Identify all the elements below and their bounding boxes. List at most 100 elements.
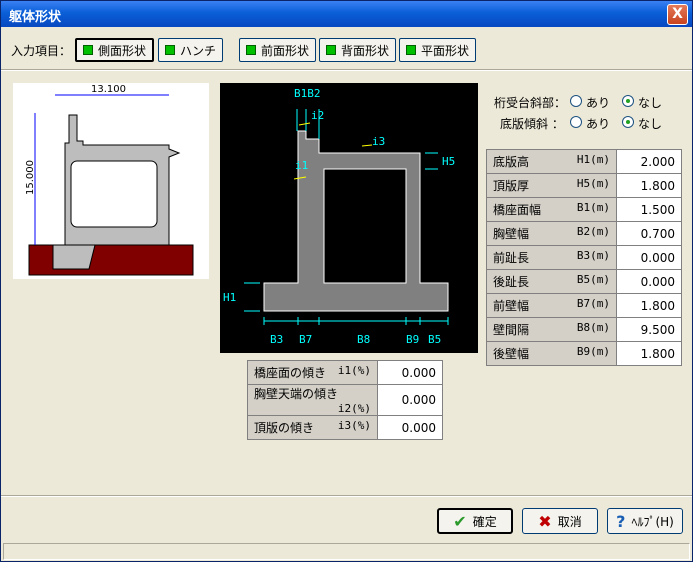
row-name: 橋座面幅 (493, 203, 542, 217)
row-label-cell: 後趾長 B5(m) (486, 269, 617, 294)
table-row: 後趾長 B5(m) 0.000 (486, 269, 682, 294)
value-input[interactable]: 1.800 (616, 173, 682, 198)
row-label-cell: 胸壁天端の傾き i2(%) (247, 384, 378, 416)
radio-base-slope-yes[interactable] (570, 116, 582, 128)
height-dim-label: 15.000 (25, 160, 36, 195)
ok-button[interactable]: ✔ 確定 (437, 508, 513, 534)
option-row-base-slope: 底版傾斜 ： あり なし (486, 114, 682, 132)
radio-bearing-slope-yes[interactable] (570, 95, 582, 107)
label-i2: i2 (311, 109, 324, 122)
value-input[interactable]: 0.000 (377, 360, 443, 385)
help-button[interactable]: ? ﾍﾙﾌﾟ(H) (607, 508, 683, 534)
row-name: 前壁幅 (493, 299, 530, 313)
table-row: 後壁幅 B9(m) 1.800 (486, 341, 682, 366)
row-label-cell: 後壁幅 B9(m) (486, 341, 617, 366)
close-button[interactable]: X (667, 4, 688, 25)
row-unit: B3(m) (576, 249, 610, 262)
value-input[interactable]: 0.000 (377, 415, 443, 440)
dialog-window: 躯体形状 X 入力項目： 側面形状 ハンチ 前面形状 背面形状 平面形状 13.… (0, 0, 693, 562)
culvert-opening (70, 160, 158, 228)
green-square-icon (326, 45, 336, 55)
question-icon: ? (616, 511, 626, 531)
label-i1: i1 (295, 159, 308, 172)
radio-base-slope-no[interactable] (622, 116, 634, 128)
green-square-icon (406, 45, 416, 55)
tab-label: 平面形状 (421, 43, 470, 58)
check-icon: ✔ (453, 511, 467, 531)
width-dim-label: 13.100 (91, 84, 126, 95)
table-row: 橋座面幅 B1(m) 1.500 (486, 197, 682, 222)
value-input[interactable]: 1.500 (616, 197, 682, 222)
tab-side-shape[interactable]: 側面形状 (75, 38, 155, 62)
diagram-drawing: B1B2 i2 i3 H5 i1 H1 B3 B7 B8 B9 B5 (223, 87, 455, 346)
row-name: 頂版厚 (493, 179, 530, 193)
tab-label: 前面形状 (261, 43, 310, 58)
value-input[interactable]: 1.800 (616, 293, 682, 318)
radio-bearing-slope-no[interactable] (622, 95, 634, 107)
table-row: 前壁幅 B7(m) 1.800 (486, 293, 682, 318)
row-unit: B2(m) (576, 225, 610, 238)
row-name: 壁間隔 (493, 323, 530, 337)
row-label-cell: 頂版厚 H5(m) (486, 173, 617, 198)
row-name: 後趾長 (493, 275, 530, 289)
row-unit: i1(%) (337, 364, 371, 377)
tab-label: ハンチ (180, 43, 217, 58)
radio-text: なし (638, 117, 663, 131)
cancel-button-label: 取消 (557, 514, 582, 529)
tab-front-shape[interactable]: 前面形状 (239, 38, 317, 62)
green-square-icon (246, 45, 256, 55)
ok-button-label: 確定 (472, 514, 497, 529)
shape-thumbnail: 13.100 15.000 (13, 83, 209, 279)
label-b7: B7 (299, 333, 312, 346)
radio-text: あり (586, 117, 611, 131)
row-label-cell: 胸壁幅 B2(m) (486, 221, 617, 246)
input-item-label: 入力項目： (11, 44, 72, 58)
value-input[interactable]: 0.000 (377, 384, 443, 416)
dimension-table: 底版高 H1(m) 2.000 頂版厚 H5(m) 1.800 橋座面幅 B1(m) 1.500… (486, 149, 682, 366)
table-row: 底版高 H1(m) 2.000 (486, 149, 682, 174)
label-h5: H5 (442, 155, 455, 168)
option-row-bearing-slope: 桁受台斜部： あり なし (486, 93, 682, 111)
label-b3: B3 (270, 333, 283, 346)
table-row: 前趾長 B3(m) 0.000 (486, 245, 682, 270)
section-void (323, 168, 407, 284)
table-row: 頂版の傾き i3(%) 0.000 (247, 415, 443, 440)
value-input[interactable]: 1.800 (616, 341, 682, 366)
row-name: 頂版の傾き (254, 421, 315, 435)
tab-label: 背面形状 (341, 43, 390, 58)
row-unit: H1(m) (576, 153, 610, 166)
label-b5: B5 (428, 333, 441, 346)
bottom-separator (1, 495, 692, 497)
row-name: 胸壁幅 (493, 227, 530, 241)
label-i3: i3 (372, 135, 385, 148)
row-name: 底版高 (493, 155, 530, 169)
label-b8: B8 (357, 333, 370, 346)
label-h1: H1 (223, 291, 236, 304)
option-label: 底版傾斜 ： (500, 117, 564, 131)
value-input[interactable]: 2.000 (616, 149, 682, 174)
green-square-icon (165, 45, 175, 55)
thumbnail-drawing: 13.100 15.000 (25, 84, 194, 276)
tab-plan-shape[interactable]: 平面形状 (399, 38, 477, 62)
tab-haunch[interactable]: ハンチ (158, 38, 224, 62)
status-bar (3, 543, 690, 560)
row-name: 後壁幅 (493, 347, 530, 361)
top-separator (1, 69, 692, 71)
radio-text: あり (586, 96, 611, 110)
value-input[interactable]: 0.000 (616, 245, 682, 270)
green-square-icon (83, 45, 93, 55)
label-b1b2: B1B2 (294, 87, 321, 100)
row-unit: B5(m) (576, 273, 610, 286)
value-input[interactable]: 0.700 (616, 221, 682, 246)
row-label-cell: 底版高 H1(m) (486, 149, 617, 174)
table-row: 頂版厚 H5(m) 1.800 (486, 173, 682, 198)
row-unit: i3(%) (337, 419, 371, 432)
table-row: 橋座面の傾き i1(%) 0.000 (247, 360, 443, 385)
row-name: 胸壁天端の傾き (254, 387, 339, 401)
tab-back-shape[interactable]: 背面形状 (319, 38, 397, 62)
value-input[interactable]: 9.500 (616, 317, 682, 342)
value-input[interactable]: 0.000 (616, 269, 682, 294)
table-row: 胸壁天端の傾き i2(%) 0.000 (247, 384, 443, 416)
row-label-cell: 頂版の傾き i3(%) (247, 415, 378, 440)
cancel-button[interactable]: ✖ 取消 (522, 508, 598, 534)
